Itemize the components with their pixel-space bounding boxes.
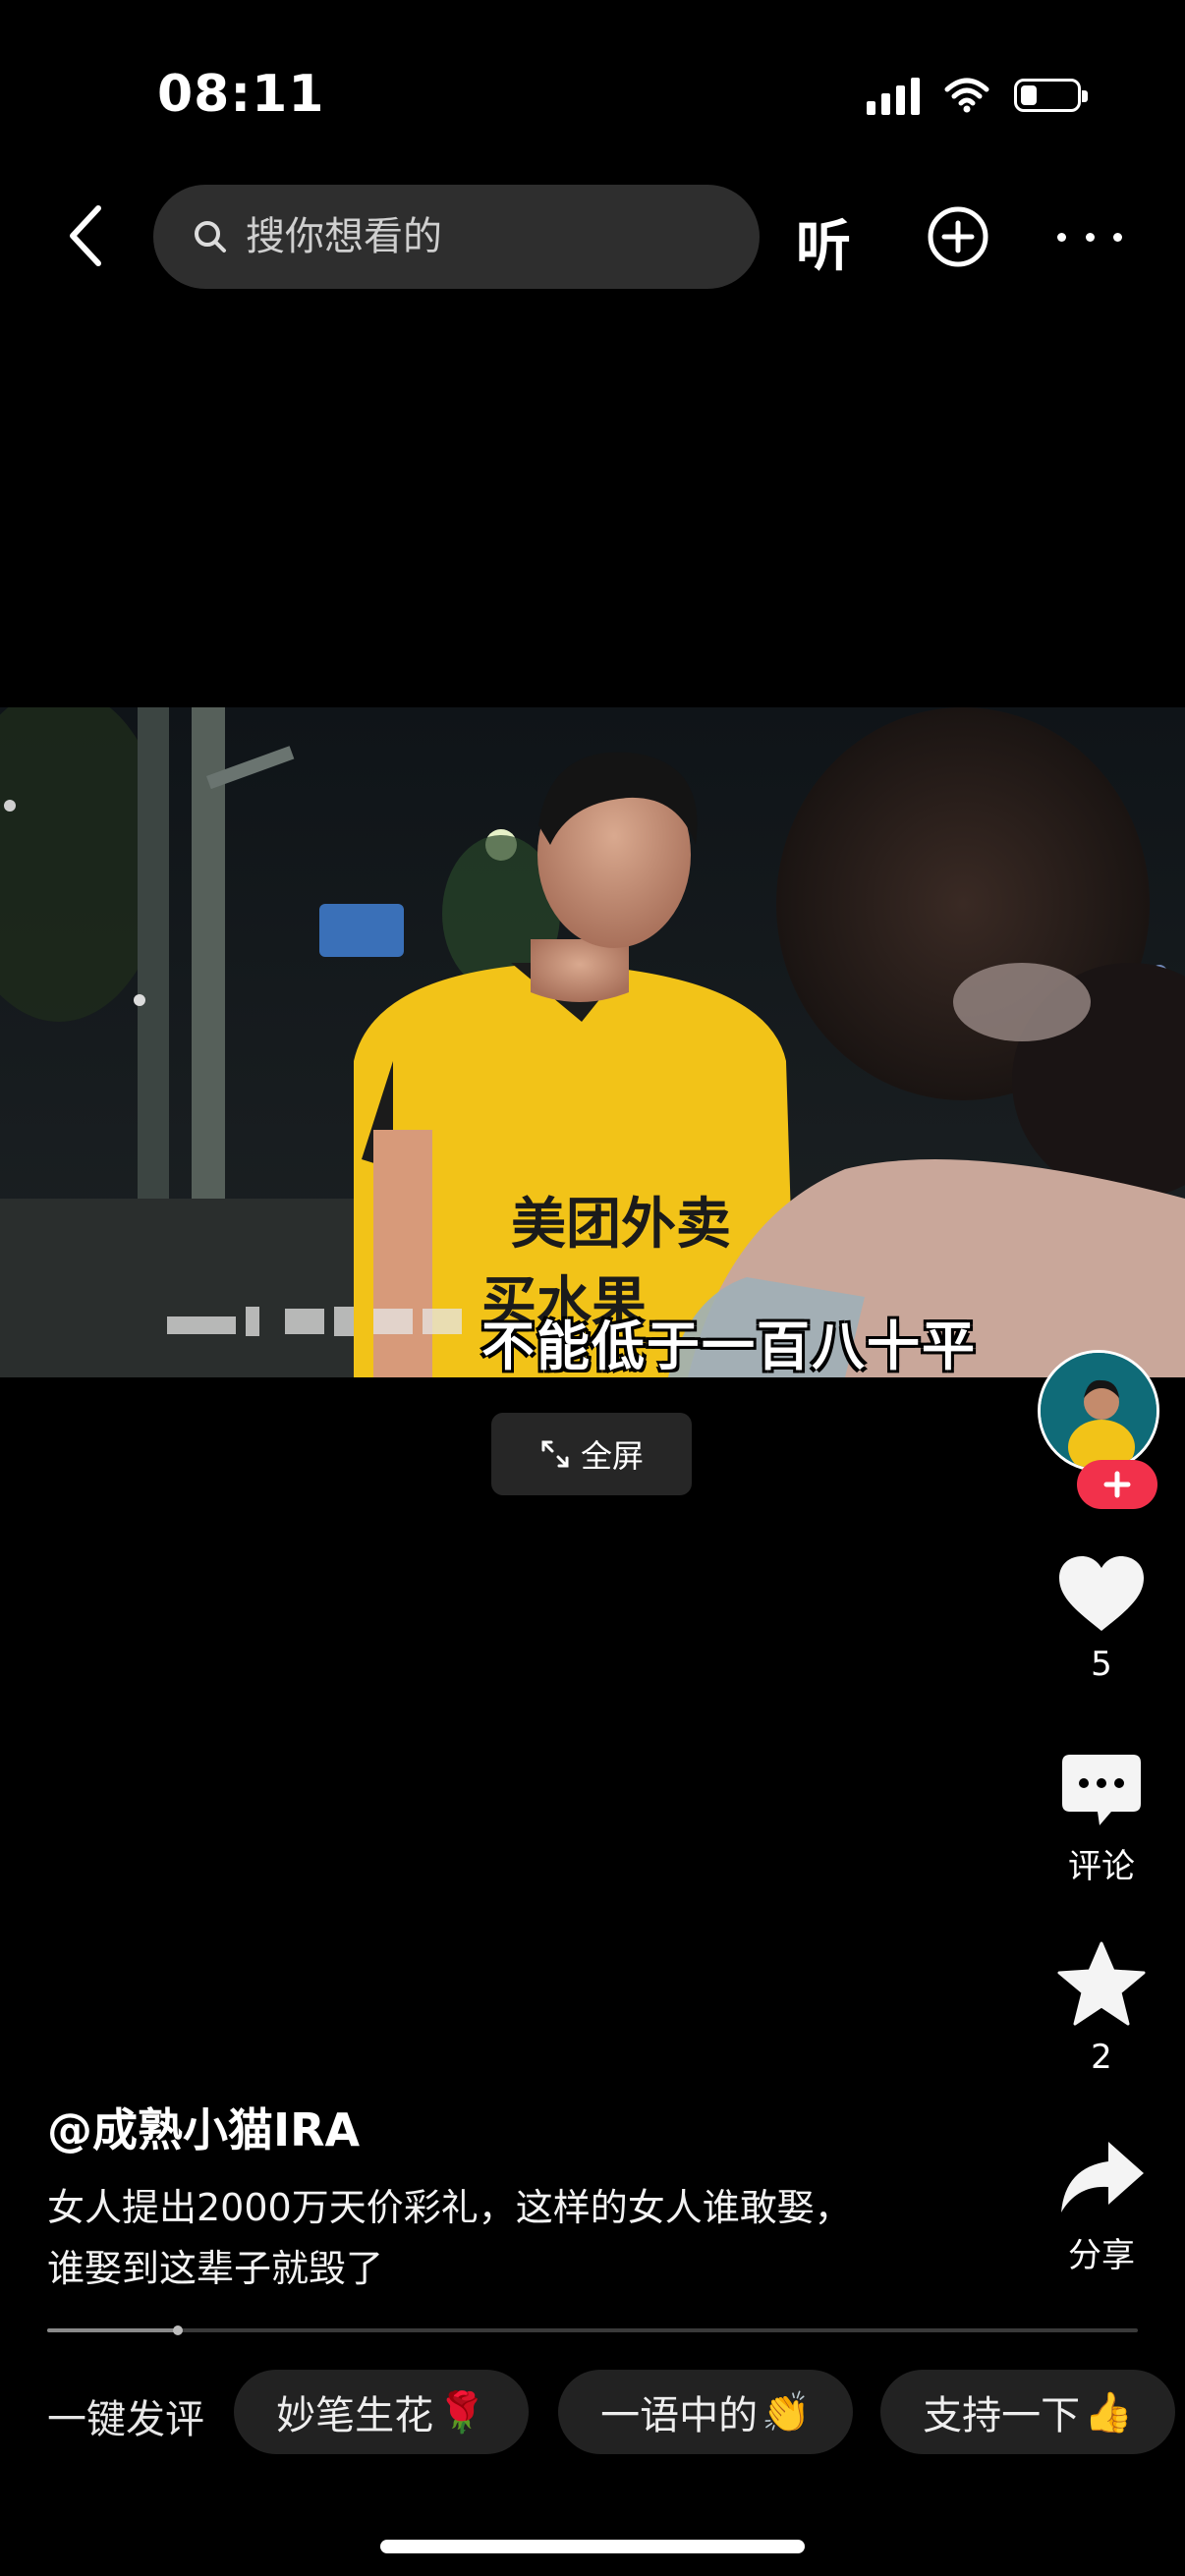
dot-icon <box>1085 232 1095 242</box>
quick-comment-label: 一键发评 <box>47 2397 204 2442</box>
top-nav: 听 <box>0 183 1185 291</box>
author-name[interactable]: @成熟小猫IRA <box>47 2095 360 2159</box>
description-line: 女人提出2000万天价彩礼，这样的女人谁敢娶， <box>47 2186 852 2229</box>
chip-text: 支持一下 <box>923 2393 1081 2438</box>
expand-icon <box>541 1440 569 1468</box>
dot-icon <box>1057 232 1066 242</box>
status-bar: 08:11 <box>0 0 1185 187</box>
more-options-button[interactable] <box>1057 222 1122 252</box>
progress-fill <box>47 2328 179 2332</box>
like-count: 5 <box>1091 1645 1112 1684</box>
comment-icon <box>1062 1755 1141 1825</box>
quick-comment-chip[interactable]: 妙笔生花 🌹 <box>234 2370 529 2454</box>
favorite-button[interactable]: 2 <box>1022 1941 1181 2077</box>
quick-comment-chip[interactable]: 一语中的 👏 <box>558 2370 853 2454</box>
share-icon <box>1061 2142 1144 2212</box>
chip-text: 妙笔生花 <box>276 2393 434 2438</box>
quick-comment-chip[interactable]: 支持一下 👍 <box>880 2370 1175 2454</box>
post-description[interactable]: 女人提出2000万天价彩礼，这样的女人谁敢娶， 谁娶到这辈子就毁了 <box>47 2177 971 2299</box>
search-icon <box>195 221 226 252</box>
progress-track <box>47 2328 1138 2332</box>
video-frame-illustration: 美团外卖 买水果 <box>0 707 1185 1377</box>
share-label: 分享 <box>1068 2236 1135 2275</box>
chip-text: 一语中的 <box>600 2393 759 2438</box>
quick-comment-bar: 一键发评 妙笔生花 🌹 一语中的 👏 支持一下 👍 <box>47 2370 1185 2454</box>
comment-button[interactable]: 评论 <box>1022 1753 1181 1887</box>
chevron-left-icon <box>70 205 101 266</box>
battery-icon <box>1014 79 1088 112</box>
video-subtitle: 不能低于一百八十平 <box>481 1316 977 1377</box>
comment-label: 评论 <box>1068 1847 1135 1886</box>
back-button[interactable] <box>51 200 122 271</box>
search-bar[interactable] <box>153 185 760 289</box>
fullscreen-button[interactable]: 全屏 <box>491 1413 692 1495</box>
svg-text:美团外卖: 美团外卖 <box>511 1193 731 1257</box>
like-button[interactable]: 5 <box>1022 1554 1181 1684</box>
listen-button[interactable]: 听 <box>796 202 851 282</box>
fullscreen-label: 全屏 <box>580 1437 644 1475</box>
plus-icon <box>1103 1471 1131 1498</box>
wifi-icon <box>944 78 989 113</box>
share-button[interactable]: 分享 <box>1022 2138 1181 2276</box>
cellular-signal-icon <box>867 76 920 115</box>
description-line: 谁娶到这辈子就毁了 <box>47 2247 384 2290</box>
status-time: 08:11 <box>157 65 325 124</box>
search-input[interactable] <box>244 213 719 260</box>
progress-knob[interactable] <box>173 2325 184 2335</box>
home-indicator[interactable] <box>380 2540 805 2553</box>
video-progress-bar[interactable] <box>47 2325 1138 2335</box>
avatar-image <box>1041 1353 1157 1469</box>
thumbs-up-icon: 👍 <box>1084 2389 1133 2436</box>
add-icon[interactable] <box>927 205 989 268</box>
video-player[interactable]: 美团外卖 买水果 <box>0 707 1185 1377</box>
status-icons <box>867 71 1088 120</box>
avatar[interactable] <box>1038 1350 1159 1472</box>
follow-button[interactable] <box>1077 1460 1157 1509</box>
clap-icon: 👏 <box>762 2389 811 2436</box>
dot-icon <box>1113 232 1122 242</box>
heart-icon <box>1059 1556 1144 1631</box>
rose-icon: 🌹 <box>437 2389 486 2436</box>
favorite-count: 2 <box>1091 2038 1112 2077</box>
author-avatar-group <box>1038 1350 1165 1509</box>
star-icon <box>1057 1941 1146 2026</box>
